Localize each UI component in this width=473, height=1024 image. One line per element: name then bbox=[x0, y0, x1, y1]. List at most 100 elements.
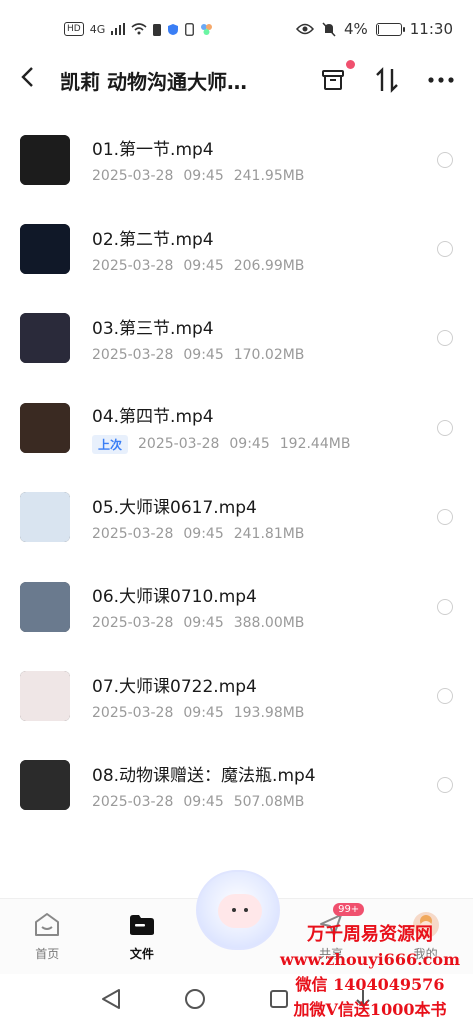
watermark: 万千周易资源网 www.zhouyi666.com 微信 1404049576 … bbox=[270, 922, 470, 1022]
select-radio[interactable] bbox=[437, 598, 453, 615]
battery-saver-icon bbox=[153, 23, 162, 36]
shield-icon bbox=[168, 23, 179, 35]
wifi-icon bbox=[131, 23, 147, 35]
sort-icon bbox=[376, 67, 398, 93]
archive-icon bbox=[322, 70, 344, 90]
file-name: 08.动物课赠送：魔法瓶.mp4 bbox=[92, 765, 316, 786]
file-name: 03.第三节.mp4 bbox=[92, 318, 214, 339]
file-row[interactable]: 07.大师课0722.mp4 2025-03-28 09:45 193.98MB bbox=[0, 651, 473, 740]
more-button[interactable] bbox=[425, 64, 457, 96]
file-name: 02.第二节.mp4 bbox=[92, 229, 214, 250]
file-date: 2025-03-28 bbox=[92, 257, 174, 274]
file-row[interactable]: 04.第四节.mp4 上次 2025-03-28 09:45 192.44MB bbox=[0, 383, 473, 472]
file-row[interactable]: 06.大师课0710.mp4 2025-03-28 09:45 388.00MB bbox=[0, 562, 473, 651]
share-badge: 99+ bbox=[333, 903, 365, 916]
phone-icon bbox=[185, 22, 195, 36]
nav-home-label: 首页 bbox=[35, 947, 60, 961]
file-name: 07.大师课0722.mp4 bbox=[92, 676, 257, 697]
file-size: 170.02MB bbox=[233, 346, 305, 363]
file-row[interactable]: 02.第二节.mp4 2025-03-28 09:45 206.99MB bbox=[0, 204, 473, 293]
file-name: 06.大师课0710.mp4 bbox=[92, 587, 257, 608]
file-size: 507.08MB bbox=[233, 793, 305, 810]
clock: 11:30 bbox=[409, 20, 453, 38]
sort-button[interactable] bbox=[371, 64, 403, 96]
network-4g-label: 4G bbox=[89, 22, 106, 36]
file-time: 09:45 bbox=[229, 436, 270, 453]
status-bar: HD 4G 4% 11:30 bbox=[0, 0, 473, 58]
file-size: 241.95MB bbox=[233, 168, 305, 185]
file-list: 01.第一节.mp4 2025-03-28 09:45 241.95MB 02.… bbox=[0, 115, 473, 830]
file-row[interactable]: 08.动物课赠送：魔法瓶.mp4 2025-03-28 09:45 507.08… bbox=[0, 741, 473, 830]
file-row[interactable]: 05.大师课0617.mp4 2025-03-28 09:45 241.81MB bbox=[0, 473, 473, 562]
file-meta: 2025-03-28 09:45 388.00MB bbox=[92, 615, 429, 631]
file-time: 09:45 bbox=[183, 615, 224, 632]
file-name: 05.大师课0617.mp4 bbox=[92, 497, 257, 518]
file-meta: 2025-03-28 09:45 507.08MB bbox=[92, 794, 429, 810]
select-radio[interactable] bbox=[437, 777, 453, 794]
file-date: 2025-03-28 bbox=[92, 525, 174, 542]
mascot-eye bbox=[232, 908, 236, 912]
watermark-line-1: 万千周易资源网 bbox=[307, 924, 433, 945]
nav-files-label: 文件 bbox=[129, 947, 154, 961]
select-radio[interactable] bbox=[437, 241, 453, 258]
file-date: 2025-03-28 bbox=[92, 346, 174, 363]
system-home-button[interactable] bbox=[183, 987, 207, 1011]
file-time: 09:45 bbox=[183, 346, 224, 363]
file-time: 09:45 bbox=[183, 704, 224, 721]
file-size: 206.99MB bbox=[233, 257, 305, 274]
header-actions bbox=[317, 60, 457, 96]
file-meta: 2025-03-28 09:45 241.81MB bbox=[92, 526, 429, 542]
file-row[interactable]: 03.第三节.mp4 2025-03-28 09:45 170.02MB bbox=[0, 294, 473, 383]
file-meta: 2025-03-28 09:45 241.95MB bbox=[92, 168, 429, 184]
file-name: 04.第四节.mp4 bbox=[92, 406, 214, 427]
video-thumbnail bbox=[20, 671, 70, 722]
last-played-tag: 上次 bbox=[92, 434, 129, 454]
folder-title: 凯莉 动物沟通大师… bbox=[60, 69, 247, 94]
mascot-eye bbox=[244, 908, 248, 912]
battery-icon bbox=[375, 22, 405, 36]
triangle-back-icon bbox=[101, 989, 120, 1009]
file-meta: 2025-03-28 09:45 206.99MB bbox=[92, 258, 429, 274]
watermark-line-4: 加微V信送1000本书 bbox=[293, 1000, 447, 1019]
circle-home-icon bbox=[184, 989, 205, 1009]
home-face-icon bbox=[33, 911, 61, 939]
file-meta: 上次 2025-03-28 09:45 192.44MB bbox=[92, 434, 429, 454]
select-radio[interactable] bbox=[437, 151, 453, 168]
file-time: 09:45 bbox=[183, 257, 224, 274]
file-size: 192.44MB bbox=[279, 436, 351, 453]
select-radio[interactable] bbox=[437, 688, 453, 705]
assistant-mascot-button[interactable] bbox=[196, 870, 280, 950]
file-date: 2025-03-28 bbox=[92, 615, 174, 632]
video-thumbnail bbox=[20, 760, 70, 811]
hd-badge: HD bbox=[64, 22, 84, 36]
notification-dot bbox=[346, 60, 355, 69]
watermark-line-3: 微信 1404049576 bbox=[295, 975, 445, 994]
status-left: HD 4G bbox=[64, 22, 213, 36]
file-date: 2025-03-28 bbox=[92, 168, 174, 185]
system-back-button[interactable] bbox=[99, 987, 123, 1011]
video-thumbnail bbox=[20, 313, 70, 364]
file-date: 2025-03-28 bbox=[138, 436, 220, 453]
file-meta: 2025-03-28 09:45 193.98MB bbox=[92, 705, 429, 721]
folder-icon bbox=[128, 911, 156, 939]
header-bar: 凯莉 动物沟通大师… bbox=[0, 58, 473, 102]
eye-icon bbox=[295, 23, 314, 35]
select-radio[interactable] bbox=[437, 419, 453, 436]
file-meta: 2025-03-28 09:45 170.02MB bbox=[92, 347, 429, 363]
back-button[interactable] bbox=[20, 66, 44, 94]
nav-files[interactable]: 文件 bbox=[107, 911, 177, 962]
file-row[interactable]: 01.第一节.mp4 2025-03-28 09:45 241.95MB bbox=[0, 115, 473, 204]
select-radio[interactable] bbox=[437, 509, 453, 526]
file-time: 09:45 bbox=[183, 525, 224, 542]
mute-bell-icon bbox=[322, 21, 336, 37]
video-thumbnail bbox=[20, 224, 70, 275]
signal-icon bbox=[111, 23, 126, 35]
select-radio[interactable] bbox=[437, 330, 453, 347]
file-time: 09:45 bbox=[183, 168, 224, 185]
status-right: 4% 11:30 bbox=[295, 20, 453, 38]
file-size: 193.98MB bbox=[233, 704, 305, 721]
file-name: 01.第一节.mp4 bbox=[92, 140, 214, 161]
archive-button[interactable] bbox=[317, 60, 355, 96]
nav-home[interactable]: 首页 bbox=[12, 911, 82, 962]
chevron-left-icon bbox=[21, 67, 33, 87]
